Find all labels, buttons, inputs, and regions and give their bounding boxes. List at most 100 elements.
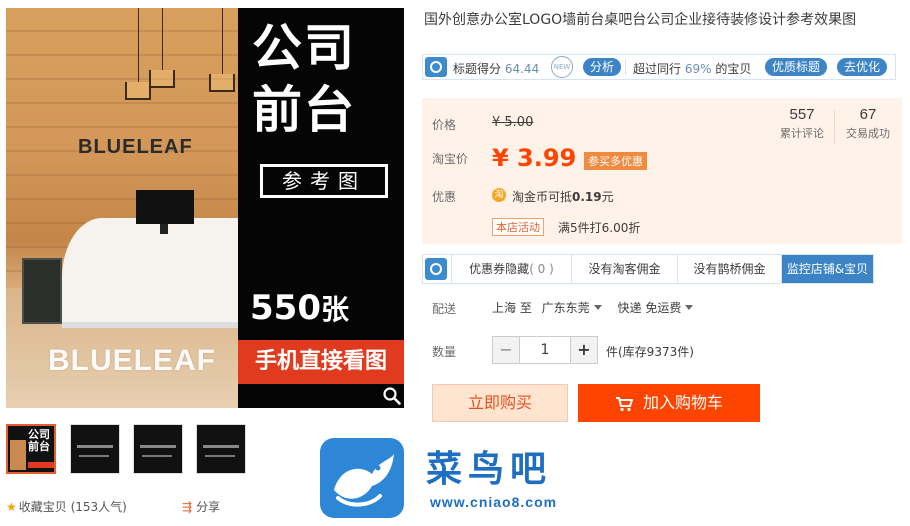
buy-now-button[interactable]: 立即购买 [432, 384, 568, 422]
thumbnail-caption: 公司前台 [28, 428, 50, 453]
office-photo: BLUELEAF BLUELEAF [6, 8, 238, 408]
watermark: 菜鸟吧 www.cniao8.com [318, 436, 608, 522]
headline-line2: 前台 [252, 81, 356, 139]
original-price: ¥ 5.00 [492, 115, 534, 130]
reviews-stat[interactable]: 557 累计评论 [774, 106, 830, 141]
quantity-stepper: − 1 + [492, 336, 598, 364]
ship-method-dropdown[interactable]: 快递 免运费 [618, 301, 700, 315]
stat-divider [834, 110, 835, 144]
lamp-wire [138, 8, 139, 82]
thumbnail-4[interactable] [196, 424, 246, 474]
title-score-bar: 标题得分 64.44 NEW 分析 超过同行 69% 的宝贝 优质标题 去优化 [422, 54, 896, 80]
thumbnail-line [140, 445, 176, 448]
new-badge-icon: NEW [551, 56, 573, 78]
thumbnail-1[interactable]: 公司前台 [6, 424, 56, 474]
reception-desk [62, 218, 238, 328]
coin-offset-text: 淘金币可抵0.19元 [512, 188, 614, 205]
coupon-label: 优惠券隐藏 [469, 262, 530, 276]
search-icon[interactable] [382, 386, 402, 406]
bottom-links: ★ 收藏宝贝 (153人气) ⇶ 分享 [6, 498, 220, 515]
queqiao-commission-cell[interactable]: 没有鹊桥佣金 [677, 255, 781, 283]
coin-text-prefix: 淘金币可抵 [512, 190, 573, 204]
deals-count: 67 [859, 106, 877, 123]
desk-monitor [136, 190, 194, 224]
plugin-logo-icon [425, 258, 447, 280]
taobao-price-label: 淘宝价 [432, 152, 469, 166]
chevron-down-icon [685, 305, 694, 310]
watermark-title: 菜鸟吧 [426, 448, 553, 490]
exceed-percent: 69% [684, 62, 712, 76]
score-value: 64.44 [504, 62, 540, 76]
floor-logo-text: BLUELEAF [48, 344, 216, 377]
quantity-minus-button[interactable]: − [492, 336, 520, 364]
reviews-count: 557 [789, 106, 815, 123]
coin-text-suffix: 元 [601, 190, 614, 204]
mobile-view-banner: 手机直接看图 [238, 340, 404, 384]
bird-logo-icon [320, 438, 404, 518]
thumbnail-3[interactable] [133, 424, 183, 474]
wall-logo-text: BLUELEAF [78, 136, 193, 158]
watermark-url: www.cniao8.com [430, 494, 558, 510]
shop-activity-text: 满5件打6.00折 [558, 221, 641, 235]
count-unit: 张 [320, 293, 349, 326]
shipping-info: 上海 至 广东东莞 快递 免运费 [492, 299, 699, 316]
cart-icon [615, 396, 633, 411]
add-to-cart-button[interactable]: 加入购物车 [578, 384, 760, 422]
thumbnail-line [142, 455, 172, 457]
go-optimize-button[interactable]: 去优化 [837, 58, 888, 76]
thumbnail-red-bar [28, 462, 54, 468]
favorite-label: 收藏宝贝 (153人气) [18, 500, 127, 514]
price-panel: 价格 ¥ 5.00 淘宝价 ¥ 3.99 参买多优惠 557 累计评论 67 交… [422, 98, 902, 244]
discount-label: 优惠 [432, 190, 457, 204]
ship-method-value: 快递 免运费 [617, 301, 682, 315]
shop-activity-tag: 本店活动 [492, 218, 544, 236]
exceed-suffix: 的宝贝 [715, 62, 752, 76]
pendant-lamp [209, 74, 235, 92]
stock-text: 件(库存9373件) [606, 345, 694, 359]
thumbnail-photo [10, 440, 26, 470]
ship-from: 上海 至 [492, 301, 532, 315]
share-icon: ⇶ [182, 500, 193, 514]
pendant-lamp [149, 70, 175, 88]
divider [625, 59, 626, 75]
ship-to-dropdown[interactable]: 广东东莞 [542, 301, 608, 315]
main-product-image[interactable]: BLUELEAF BLUELEAF 公司 前台 参考图 550张 手机直接看图 [6, 8, 404, 408]
taoke-commission-cell[interactable]: 没有淘客佣金 [571, 255, 677, 283]
share-link[interactable]: ⇶ 分享 [182, 498, 220, 515]
quantity-input[interactable]: 1 [520, 336, 570, 364]
quantity-plus-button[interactable]: + [570, 336, 598, 364]
promo-tag[interactable]: 参买多优惠 [584, 152, 647, 170]
score-label: 标题得分 [453, 62, 502, 76]
count-number: 550 [250, 288, 321, 328]
thumbnail-line [205, 455, 235, 457]
thumbnail-line [79, 455, 109, 457]
monitor-bar: 优惠券隐藏( 0 ) 没有淘客佣金 没有鹊桥佣金 监控店铺&宝贝 [422, 254, 874, 284]
monitor-shop-button[interactable]: 监控店铺&宝贝 [781, 255, 873, 283]
taobao-price: ¥ 3.99 [492, 144, 577, 172]
deals-label: 交易成功 [846, 127, 890, 140]
exceed-text: 超过同行 69% 的宝贝 [633, 60, 751, 77]
hidden-coupon-cell[interactable]: 优惠券隐藏( 0 ) [451, 255, 571, 283]
share-label: 分享 [196, 500, 221, 514]
shipping-label: 配送 [432, 302, 457, 316]
promo-panel: 公司 前台 参考图 550张 手机直接看图 [238, 8, 404, 408]
deals-stat[interactable]: 67 交易成功 [840, 106, 896, 141]
cabinet [22, 258, 62, 324]
thumbnail-line [77, 445, 113, 448]
lamp-wire [162, 8, 163, 70]
exceed-prefix: 超过同行 [633, 62, 682, 76]
lamp-wire [222, 8, 223, 74]
coupon-count: ( 0 ) [529, 262, 554, 276]
chevron-down-icon [593, 305, 602, 310]
taobao-coin-icon: 淘 [492, 188, 506, 202]
quality-title-button[interactable]: 优质标题 [765, 58, 828, 76]
ship-to-value: 广东东莞 [541, 301, 590, 315]
monitor-stand [160, 224, 168, 234]
product-title: 国外创意办公室LOGO墙前台桌吧台公司企业接待装修设计参考效果图 [424, 12, 857, 28]
headline-line1: 公司 [252, 19, 356, 77]
pendant-lamp [125, 82, 151, 100]
analyze-button[interactable]: 分析 [583, 58, 622, 76]
thumbnail-2[interactable] [70, 424, 120, 474]
original-price-label: 价格 [432, 118, 457, 132]
favorite-link[interactable]: ★ 收藏宝贝 (153人气) [6, 500, 127, 514]
